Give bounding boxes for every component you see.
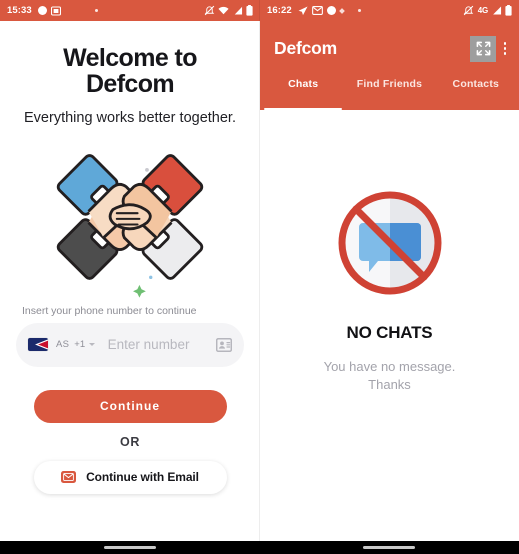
status-system-icons [204, 5, 254, 16]
circle-dot-icon [326, 6, 336, 15]
app-bar: Defcom Chats Find Friends Contacts [260, 21, 519, 110]
continue-button[interactable]: Continue [33, 389, 227, 423]
empty-state-title: NO CHATS [346, 323, 433, 342]
app-title: Defcom [274, 38, 337, 58]
country-code-label: AS [56, 339, 70, 350]
battery-icon [505, 5, 512, 16]
tab-bar: Chats Find Friends Contacts [260, 76, 519, 110]
welcome-subtitle: Everything works better together. [24, 109, 236, 126]
phone-number-field[interactable]: AS +1 Enter number [16, 322, 244, 367]
empty-state-line-1: You have no message. [323, 359, 456, 374]
small-dot-icon [357, 9, 361, 12]
network-type-label: 4G [477, 6, 488, 15]
diamond-icon [338, 7, 345, 14]
left-nav-half [0, 546, 260, 549]
battery-icon [246, 5, 253, 16]
continue-with-email-button[interactable]: Continue with Email [33, 460, 227, 494]
small-dot-icon [94, 9, 98, 12]
welcome-screen: Welcome to Defcom Everything works bette… [0, 21, 260, 554]
continue-with-email-label: Continue with Email [86, 470, 199, 484]
mute-icon [204, 5, 215, 16]
status-notification-icons [298, 5, 361, 16]
tab-chats[interactable]: Chats [260, 76, 346, 110]
more-vertical-icon[interactable] [499, 39, 511, 59]
send-icon [298, 5, 308, 16]
status-notification-icons [37, 5, 98, 16]
left-status-bar: 15:33 [0, 0, 260, 21]
app-bar-top-row: Defcom [260, 21, 519, 76]
mail-icon [311, 6, 323, 15]
phone-divider [259, 0, 260, 541]
mute-icon [463, 5, 474, 16]
home-gesture-indicator[interactable] [363, 546, 416, 549]
fullscreen-expand-icon[interactable] [470, 35, 496, 62]
system-navigation-bar [0, 541, 519, 554]
empty-state-line-2: Thanks [368, 377, 411, 392]
teamwork-hands-icon [45, 134, 215, 299]
phone-field-label: Insert your phone number to continue [22, 304, 197, 317]
right-phone-screen: 16:22 4G Defcom Chats Find Friends Conta… [260, 0, 519, 554]
tab-contacts[interactable]: Contacts [433, 76, 519, 110]
status-clock: 16:22 [267, 5, 292, 16]
envelope-icon [61, 471, 77, 483]
status-system-icons: 4G [463, 5, 512, 16]
tab-find-friends[interactable]: Find Friends [346, 76, 432, 110]
home-gesture-indicator[interactable] [103, 546, 156, 549]
phone-number-input[interactable]: Enter number [81, 337, 216, 352]
screenshot-icon [50, 5, 61, 16]
app-bar-actions [470, 35, 511, 62]
or-divider-label: OR [120, 434, 140, 449]
signal-icon [492, 6, 502, 15]
welcome-title: Welcome to Defcom [63, 44, 197, 99]
no-chats-prohibited-icon [330, 183, 450, 303]
status-clock: 15:33 [7, 5, 32, 16]
left-phone-screen: 15:33 Welcome to Defcom Everything works… [0, 0, 260, 554]
signal-icon [233, 6, 243, 15]
circle-dot-icon [37, 6, 47, 15]
empty-state: NO CHATS You have no message. Thanks [260, 110, 519, 554]
right-nav-half [260, 546, 519, 549]
american-samoa-flag-icon [28, 338, 48, 351]
dual-phone-screenshot: 15:33 Welcome to Defcom Everything works… [0, 0, 519, 554]
contact-card-icon[interactable] [215, 337, 233, 352]
right-status-bar: 16:22 4G [260, 0, 519, 21]
wifi-icon [218, 6, 229, 15]
